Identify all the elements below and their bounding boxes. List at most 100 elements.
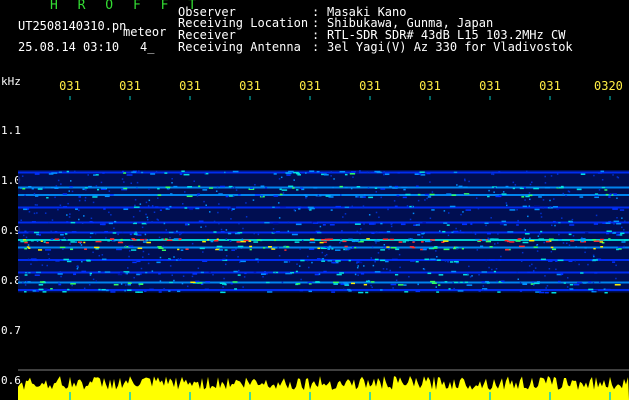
signal-speckle (93, 174, 96, 176)
noise-dot (319, 225, 322, 228)
noise-dot (237, 256, 239, 258)
noise-dot (375, 231, 378, 233)
noise-dot (146, 216, 149, 219)
signal-speckle (60, 233, 64, 236)
signal-speckle (600, 246, 604, 248)
noise-dot (616, 197, 618, 199)
noise-dot (169, 236, 171, 239)
signal-speckle (113, 283, 119, 286)
signal-speckle (92, 196, 98, 198)
signal-speckle (66, 170, 69, 173)
noise-dot (36, 204, 38, 206)
noise-dot (613, 223, 615, 225)
noise-dot (383, 171, 385, 173)
signal-speckle (273, 173, 277, 175)
noise-dot (74, 170, 76, 173)
signal-speckle (62, 291, 67, 293)
noise-dot (542, 207, 544, 209)
signal-speckle (552, 220, 556, 223)
noise-dot (243, 276, 246, 278)
signal-speckle (284, 249, 287, 251)
noise-dot (193, 180, 195, 182)
noise-dot (575, 246, 577, 248)
noise-dot (128, 255, 130, 258)
signal-speckle (213, 231, 217, 233)
signal-speckle (360, 273, 365, 275)
x-tick-label: 031 (539, 79, 561, 93)
noise-dot (179, 257, 182, 260)
signal-speckle (608, 238, 611, 240)
signal-speckle (512, 187, 515, 190)
signal-speckle (92, 194, 99, 197)
noise-dot (538, 233, 541, 235)
noise-dot (616, 176, 619, 178)
signal-speckle (63, 206, 68, 208)
signal-speckle (463, 186, 468, 188)
signal-speckle (136, 273, 140, 276)
noise-dot (621, 226, 623, 229)
noise-dot (550, 250, 553, 253)
noise-dot (571, 218, 574, 221)
signal-speckle (157, 187, 160, 190)
signal-speckle (24, 274, 28, 276)
signal-speckle (600, 170, 605, 173)
signal-speckle (36, 271, 41, 274)
signal-speckle (95, 240, 102, 243)
signal-speckle (551, 248, 557, 251)
signal-speckle (329, 224, 335, 226)
signal-speckle (612, 208, 618, 210)
noise-dot (435, 250, 437, 252)
noise-dot (387, 208, 389, 211)
signal-speckle (248, 240, 252, 242)
signal-speckle (429, 239, 436, 241)
signal-speckle (605, 222, 611, 224)
noise-dot (143, 239, 146, 241)
noise-dot (362, 205, 365, 207)
noise-dot (30, 263, 32, 265)
signal-speckle (255, 258, 259, 260)
signal-speckle (576, 281, 582, 284)
signal-speckle (446, 193, 452, 195)
x-tick-label: 031 (359, 79, 381, 93)
signal-speckle (32, 259, 38, 262)
signal-speckle (99, 223, 106, 226)
noise-dot (494, 243, 496, 245)
signal-speckle (309, 238, 315, 240)
noise-dot (278, 217, 281, 219)
signal-speckle (308, 248, 315, 250)
noise-dot (528, 205, 531, 207)
signal-speckle (222, 258, 226, 261)
noise-dot (317, 194, 320, 197)
noise-dot (59, 271, 62, 273)
noise-dot (36, 212, 38, 214)
signal-speckle (500, 280, 505, 283)
signal-speckle (321, 260, 326, 262)
noise-dot (157, 197, 159, 199)
noise-dot (482, 289, 484, 291)
noise-dot (158, 236, 161, 239)
noise-dot (130, 238, 132, 241)
signal-speckle (498, 171, 501, 173)
signal-speckle (127, 282, 132, 284)
noise-dot (202, 251, 204, 253)
signal-speckle (563, 282, 566, 284)
signal-speckle (236, 241, 241, 243)
noise-dot (482, 285, 485, 287)
noise-dot (459, 229, 462, 232)
noise-dot (555, 268, 557, 271)
noise-dot (138, 170, 140, 173)
noise-dot (134, 198, 137, 201)
noise-dot (25, 280, 28, 283)
signal-speckle (243, 239, 249, 242)
noise-dot (227, 208, 230, 210)
signal-speckle (363, 283, 368, 286)
signal-speckle (507, 231, 514, 233)
noise-dot (126, 272, 128, 275)
signal-speckle (279, 188, 282, 191)
noise-dot (456, 184, 458, 186)
signal-speckle (390, 283, 397, 286)
signal-speckle (216, 238, 219, 241)
signal-speckle (84, 248, 87, 250)
signal-speckle (324, 238, 328, 241)
signal-speckle (339, 272, 344, 274)
